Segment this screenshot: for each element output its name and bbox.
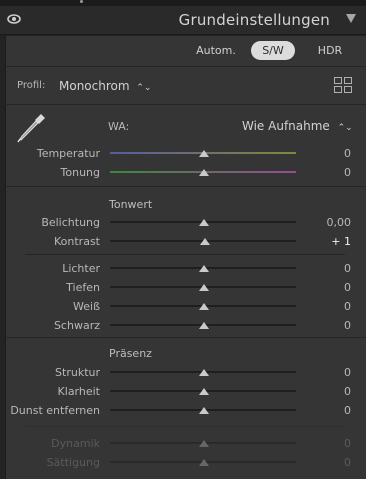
tab-auto[interactable]: Autom.	[190, 41, 242, 60]
tiefen-value[interactable]: 0	[344, 281, 351, 294]
saettigung-slider-knob	[199, 459, 209, 466]
divider	[25, 254, 345, 255]
profile-select[interactable]: Monochrom ⌃⌄	[59, 79, 151, 93]
dunst-entfernen-slider-knob[interactable]	[199, 407, 209, 414]
tab-bw[interactable]: S/W	[251, 41, 295, 60]
weiss-value[interactable]: 0	[344, 300, 351, 313]
profile-label: Profil:	[17, 80, 46, 91]
slider-label-belichtung: Belichtung	[41, 216, 100, 229]
tonung-value[interactable]: 0	[344, 166, 351, 179]
divider	[5, 186, 366, 187]
updown-chevron-icon: ⌃⌄	[136, 83, 152, 93]
lichter-slider-knob[interactable]	[199, 265, 209, 272]
slider-label-weiss: Weiß	[73, 300, 100, 313]
slider-label-kontrast: Kontrast	[54, 235, 100, 248]
struktur-value[interactable]: 0	[344, 366, 351, 379]
belichtung-value[interactable]: 0,00	[327, 216, 352, 229]
section-heading-tonwert: Tonwert	[109, 198, 153, 211]
kontrast-value[interactable]: + 1	[331, 235, 351, 248]
belichtung-slider-knob[interactable]	[199, 219, 209, 226]
slider-label-temperatur: Temperatur	[36, 147, 100, 160]
slider-label-dynamik: Dynamik	[51, 437, 100, 450]
kontrast-slider-knob[interactable]	[200, 238, 210, 245]
klarheit-value[interactable]: 0	[344, 385, 351, 398]
section-heading-praesenz: Präsenz	[109, 347, 152, 360]
slider-label-lichter: Lichter	[62, 262, 100, 275]
wb-value: Wie Aufnahme	[242, 119, 330, 133]
collapse-triangle-icon[interactable]	[346, 14, 356, 23]
tab-hdr[interactable]: HDR	[312, 41, 348, 60]
eyedropper-icon[interactable]	[17, 110, 49, 144]
schwarz-value[interactable]: 0	[344, 319, 351, 332]
saettigung-value: 0	[344, 456, 351, 469]
slider-label-klarheit: Klarheit	[57, 385, 100, 398]
tonung-slider-knob[interactable]	[199, 169, 209, 176]
divider	[5, 104, 366, 105]
tiefen-slider-knob[interactable]	[199, 284, 209, 291]
eye-icon[interactable]	[7, 12, 21, 26]
dynamik-value: 0	[344, 437, 351, 450]
dunst-entfernen-value[interactable]: 0	[344, 404, 351, 417]
dynamik-slider-knob	[199, 440, 209, 447]
panel-title: Grundeinstellungen	[178, 11, 330, 29]
lichter-value[interactable]: 0	[344, 262, 351, 275]
weiss-slider-knob[interactable]	[199, 303, 209, 310]
drag-handle[interactable]	[80, 0, 83, 3]
slider-label-struktur: Struktur	[55, 366, 100, 379]
temperatur-value[interactable]: 0	[344, 147, 351, 160]
temperatur-slider-knob[interactable]	[199, 150, 209, 157]
klarheit-slider-knob[interactable]	[199, 388, 209, 395]
wb-label: WA:	[108, 120, 130, 133]
wb-select[interactable]: Wie Aufnahme ⌃⌄	[242, 119, 353, 133]
divider	[5, 66, 366, 67]
slider-label-dunst-entfernen: Dunst entfernen	[10, 404, 100, 417]
schwarz-slider-knob[interactable]	[199, 322, 209, 329]
profile-browser-grid-icon[interactable]	[334, 77, 352, 93]
divider	[5, 337, 366, 338]
updown-chevron-icon: ⌃⌄	[337, 123, 353, 133]
slider-label-tiefen: Tiefen	[66, 281, 100, 294]
slider-label-schwarz: Schwarz	[53, 319, 100, 332]
divider	[25, 426, 345, 427]
struktur-slider-knob[interactable]	[199, 369, 209, 376]
slider-label-saettigung: Sättigung	[46, 456, 100, 469]
slider-label-tonung: Tonung	[60, 166, 100, 179]
profile-value: Monochrom	[59, 79, 130, 93]
